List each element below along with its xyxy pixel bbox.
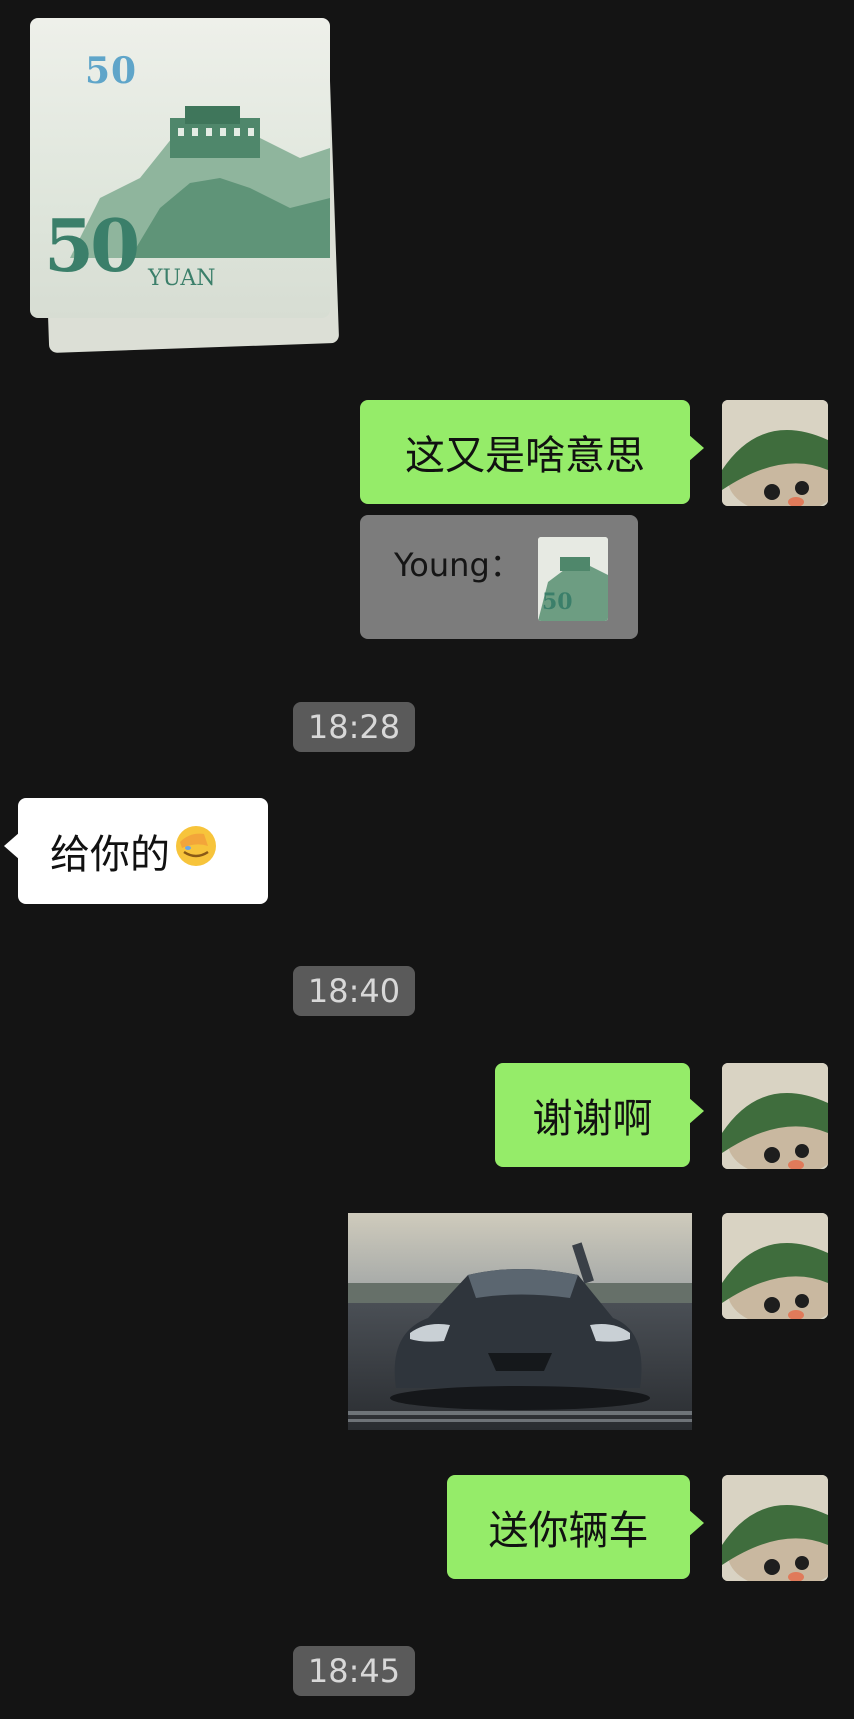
banknote-front: 50 50 YUAN [30,18,330,318]
banknote-thumbnail: 50 [538,537,608,621]
facepalm-emoji-icon [174,824,218,878]
message-bubble-outgoing[interactable]: 这又是啥意思 [360,400,704,504]
cat-avatar-icon [722,400,828,506]
quote-sender: Young： [394,546,522,584]
banknote-image[interactable]: 50 50 YUAN [30,18,340,353]
banknote-denomination-large: 50 [44,203,140,288]
quoted-message[interactable]: Young： 50 [360,515,638,639]
cat-avatar-icon [722,1213,828,1319]
avatar[interactable] [722,1063,828,1169]
message-bubble-outgoing[interactable]: 送你辆车 [447,1475,704,1579]
timestamp: 18:40 [293,966,415,1016]
avatar[interactable] [722,1213,828,1319]
timestamp: 18:45 [293,1646,415,1696]
avatar[interactable] [722,1475,828,1581]
cat-avatar-icon [722,1063,828,1169]
avatar[interactable] [722,400,828,506]
sports-car-image[interactable] [348,1213,692,1430]
message-text: 给你的 [50,832,170,878]
banknote-currency-label: YUAN [148,266,216,291]
cat-avatar-icon [722,1475,828,1581]
message-bubble-incoming[interactable]: 给你的 [4,798,268,904]
timestamp: 18:28 [293,702,415,752]
svg-text:50: 50 [542,589,573,615]
banknote-denomination-small: 50 [85,50,138,92]
message-bubble-outgoing[interactable]: 谢谢啊 [495,1063,704,1167]
